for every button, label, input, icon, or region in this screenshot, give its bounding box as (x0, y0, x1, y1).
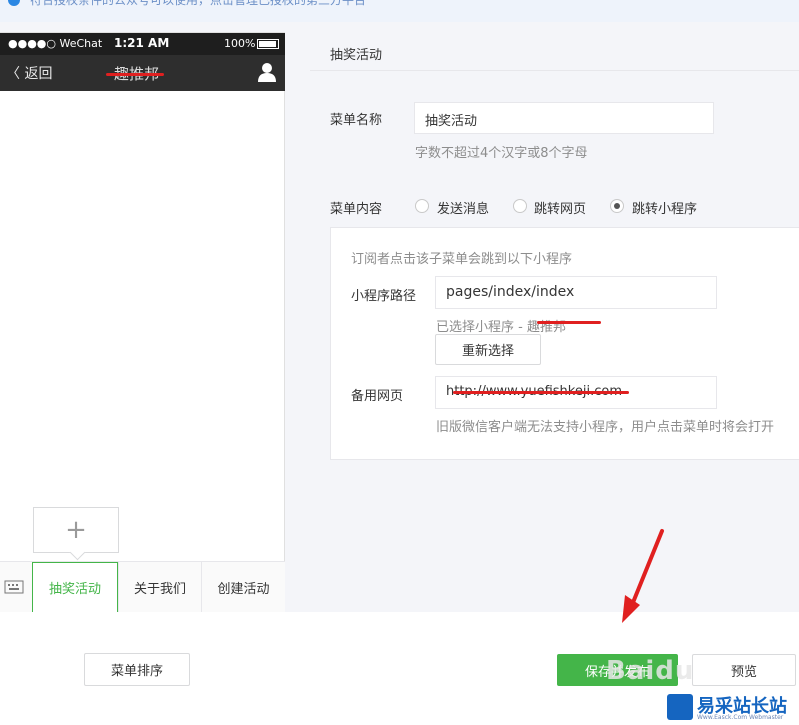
miniprogram-path-label: 小程序路径 (351, 289, 417, 304)
editor-title: 抽奖活动 (330, 48, 383, 63)
radio-send-message[interactable] (415, 199, 429, 213)
site-logo-icon (667, 694, 693, 720)
editor-pointer (296, 566, 310, 590)
phone-nav-bar: 〈 返回 趣推邦 (0, 55, 285, 91)
notice-text: 符合授权条件的公众号可以使用，点击管理已授权的第三方平台 (30, 0, 367, 7)
menu-tab-about[interactable]: 关于我们 (118, 562, 201, 613)
radio-jump-miniprogram[interactable] (610, 199, 624, 213)
backup-webpage-hint: 旧版微信客户端无法支持小程序，用户点击菜单时将会打开 (436, 420, 775, 435)
redaction-mark (453, 391, 629, 394)
battery-label: 100% (224, 37, 256, 50)
site-watermark: 易采站长站 Www.Easck.Com Webmaster (664, 690, 799, 725)
top-notice: 符合授权条件的公众号可以使用，点击管理已授权的第三方平台 (0, 0, 799, 22)
radio-jump-webpage[interactable] (513, 199, 527, 213)
option-jump-webpage[interactable]: 跳转网页 (534, 198, 586, 217)
clock-label: 1:21 AM (114, 36, 170, 50)
back-button[interactable]: 〈 返回 (6, 63, 52, 83)
reselect-button[interactable]: 重新选择 (435, 334, 541, 365)
phone-preview: ●●●●○ WeChat 1:21 AM 100% 〈 返回 趣推邦 + 抽奖活… (0, 32, 285, 613)
add-submenu-button[interactable]: + (33, 507, 119, 553)
menu-tab-create[interactable]: 创建活动 (201, 562, 285, 613)
divider (310, 70, 799, 71)
option-send-message[interactable]: 发送消息 (437, 198, 489, 217)
phone-status-bar: ●●●●○ WeChat 1:21 AM 100% (0, 33, 285, 55)
menu-name-hint: 字数不超过4个汉字或8个字母 (415, 146, 588, 161)
menu-sort-button[interactable]: 菜单排序 (84, 653, 190, 686)
carrier-label: ●●●●○ WeChat (8, 37, 103, 50)
phone-menu-bar: 抽奖活动 关于我们 创建活动 (0, 561, 285, 613)
miniprogram-settings-box: 订阅者点击该子菜单会跳到以下小程序 小程序路径 pages/index/inde… (330, 227, 799, 460)
battery-icon (257, 39, 279, 49)
menu-name-label: 菜单名称 (330, 113, 383, 128)
redaction-mark (106, 73, 164, 76)
menu-content-label: 菜单内容 (330, 202, 383, 217)
option-jump-miniprogram[interactable]: 跳转小程序 (632, 198, 697, 217)
preview-button[interactable]: 预览 (692, 654, 796, 686)
miniprogram-path-input[interactable]: pages/index/index (435, 276, 717, 309)
backup-webpage-label: 备用网页 (351, 389, 404, 404)
site-watermark-sub: Www.Easck.Com Webmaster (697, 714, 784, 721)
annotation-arrow-icon (622, 529, 664, 623)
menu-name-input[interactable]: 抽奖活动 (414, 102, 714, 134)
redaction-mark (537, 321, 601, 324)
menu-tab-lottery[interactable]: 抽奖活动 (32, 562, 118, 613)
info-icon (8, 0, 20, 6)
keyboard-icon[interactable] (4, 579, 24, 595)
miniprogram-intro: 订阅者点击该子菜单会跳到以下小程序 (351, 252, 573, 267)
menu-editor: 抽奖活动 菜单名称 抽奖活动 字数不超过4个汉字或8个字母 菜单内容 发送消息 … (310, 32, 799, 612)
baidu-watermark: Baidu (606, 656, 695, 686)
selected-miniprogram-text: 已选择小程序 - 趣推邦 (436, 320, 566, 335)
person-icon[interactable] (258, 62, 276, 82)
